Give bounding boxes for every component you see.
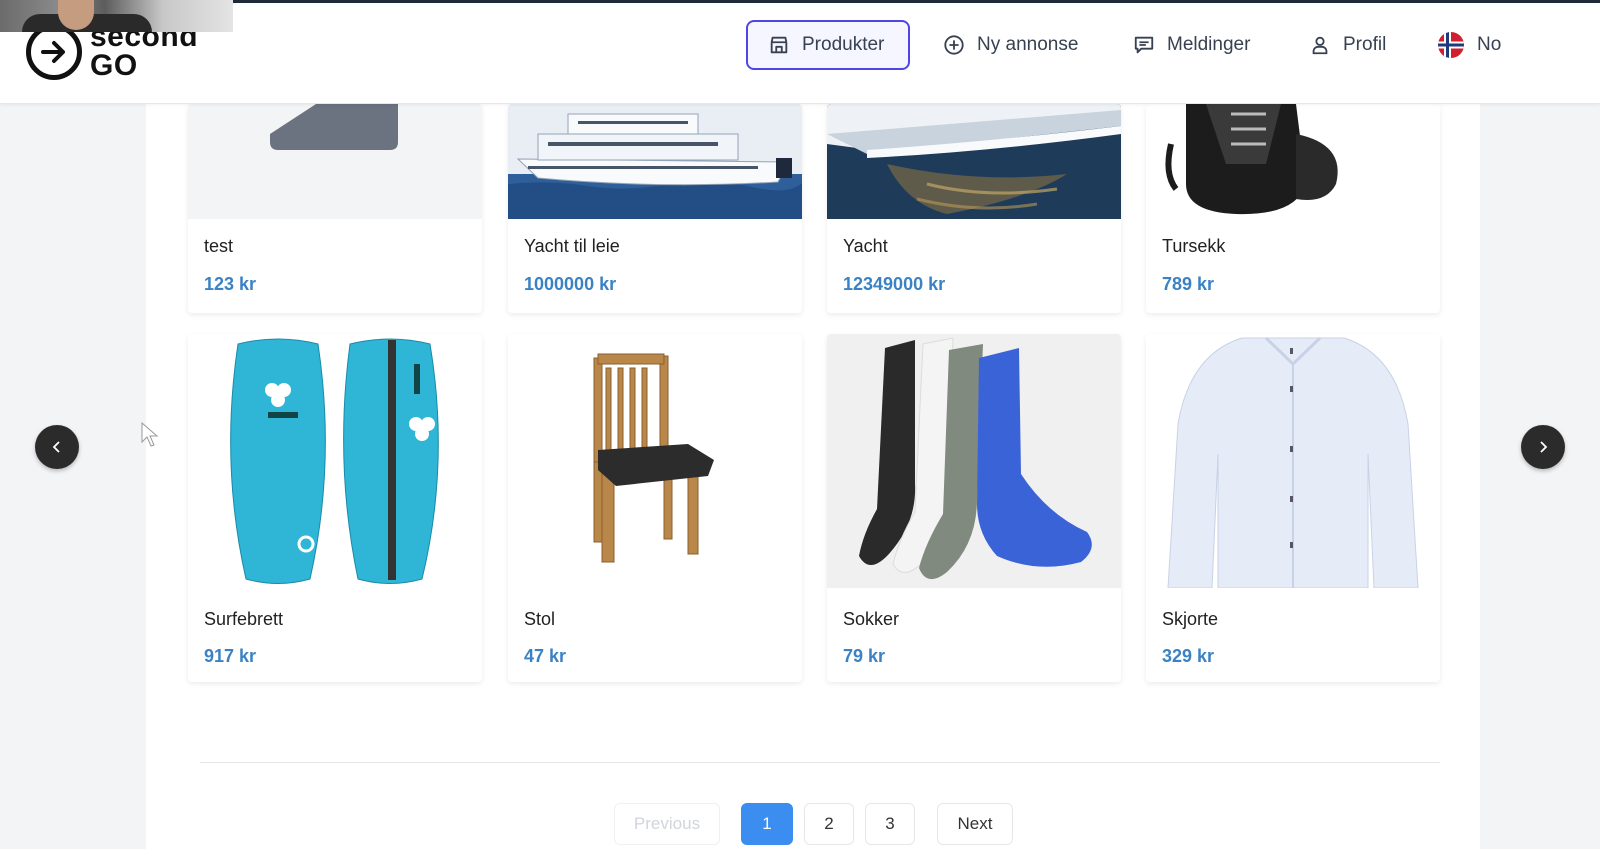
- product-card[interactable]: Skjorte 329 kr: [1146, 334, 1440, 682]
- product-card[interactable]: Yacht 12349000 kr: [827, 104, 1121, 313]
- pagination-next-button[interactable]: Next: [937, 803, 1013, 845]
- nav-label-profil: Profil: [1343, 34, 1387, 55]
- product-title: Stol: [524, 609, 556, 629]
- product-card[interactable]: Stol 47 kr: [508, 334, 802, 682]
- pagination-page-2[interactable]: 2: [804, 803, 854, 845]
- product-card[interactable]: Surfebrett 917 kr: [188, 334, 482, 682]
- nav-label-meldinger: Meldinger: [1167, 34, 1251, 55]
- pagination-page-3[interactable]: 3: [865, 803, 915, 845]
- product-card[interactable]: Yacht til leie 1000000 kr: [508, 104, 802, 313]
- backpack-photo: [1146, 104, 1440, 219]
- language-label: No: [1477, 34, 1502, 55]
- product-price: 79 kr: [843, 646, 886, 666]
- shirt-photo: [1146, 334, 1440, 588]
- placeholder-image: [188, 104, 482, 219]
- user-icon: [1312, 36, 1328, 55]
- product-price: 12349000 kr: [843, 274, 946, 294]
- nav-item-meldinger[interactable]: Meldinger: [1133, 20, 1250, 70]
- product-price: 789 kr: [1162, 274, 1215, 294]
- nav-label-produkter: Produkter: [802, 34, 885, 55]
- socks-photo: [827, 334, 1121, 588]
- mouse-cursor-icon: [141, 422, 159, 447]
- product-title: Sokker: [843, 609, 900, 629]
- product-price: 1000000 kr: [524, 274, 617, 294]
- pagination-divider: [200, 762, 1440, 763]
- yacht-photo: [827, 104, 1121, 219]
- plus-circle-icon: [944, 35, 964, 55]
- store-icon: [770, 36, 788, 54]
- carousel-next-button[interactable]: [1521, 425, 1565, 469]
- product-card[interactable]: Tursekk 789 kr: [1146, 104, 1440, 313]
- nav-item-produkter[interactable]: Produkter: [746, 20, 910, 70]
- webcam-overlay: [0, 0, 233, 32]
- pagination-page-1[interactable]: 1: [741, 803, 793, 845]
- carousel-prev-button[interactable]: [35, 425, 79, 469]
- nav-item-ny-annonse[interactable]: Ny annonse: [943, 20, 1078, 70]
- brand-line-2: GO: [90, 49, 138, 82]
- product-card[interactable]: Sokker 79 kr: [827, 334, 1121, 682]
- product-title: Yacht til leie: [524, 236, 620, 256]
- product-price: 329 kr: [1162, 646, 1215, 666]
- arrow-right-circle-icon: [26, 24, 82, 80]
- product-title: Yacht: [843, 236, 888, 256]
- pagination-previous-button[interactable]: Previous: [614, 803, 720, 845]
- chair-photo: [508, 334, 802, 588]
- nav-label-ny-annonse: Ny annonse: [977, 34, 1079, 55]
- chevron-right-icon: [1540, 441, 1548, 453]
- yacht-photo: [508, 104, 802, 219]
- language-selector[interactable]: No: [1437, 20, 1501, 70]
- top-navbar: second GO Produkter Ny annonse Meldinger…: [0, 0, 1600, 104]
- product-price: 917 kr: [204, 646, 257, 666]
- product-title: Surfebrett: [204, 609, 284, 629]
- product-price: 47 kr: [524, 646, 567, 666]
- product-title: test: [204, 236, 234, 256]
- surfboard-photo: [188, 334, 482, 588]
- product-price: 123 kr: [204, 274, 257, 294]
- product-card[interactable]: test 123 kr: [188, 104, 482, 313]
- window-top-border: [0, 0, 1600, 3]
- message-icon: [1134, 36, 1154, 54]
- product-title: Skjorte: [1162, 609, 1219, 629]
- nav-item-profil[interactable]: Profil: [1309, 20, 1386, 70]
- product-title: Tursekk: [1162, 236, 1226, 256]
- norway-flag-icon: [1438, 32, 1464, 58]
- chevron-left-icon: [52, 441, 60, 453]
